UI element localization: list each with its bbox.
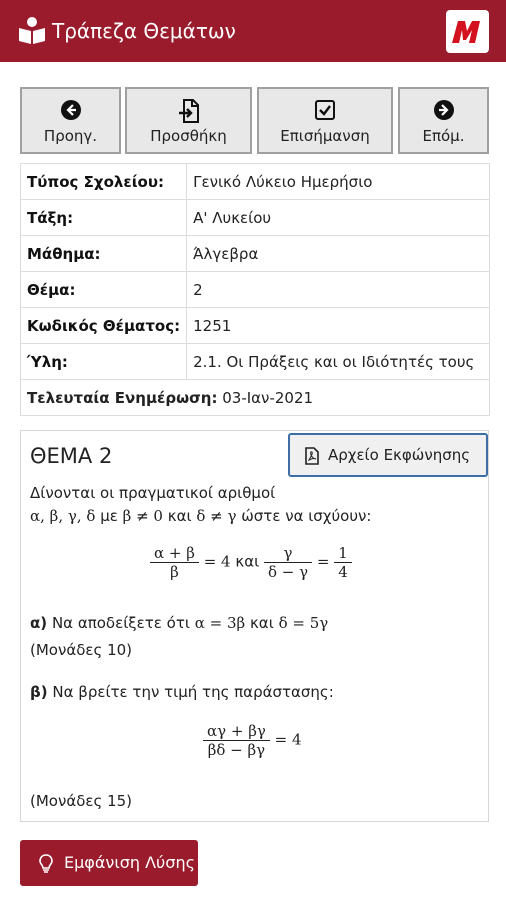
fraction: γδ − γ bbox=[263, 544, 313, 581]
next-button[interactable]: Επόμ. bbox=[398, 87, 489, 154]
mark-label: Επισήμανση bbox=[280, 127, 370, 145]
math-cond-1: β ≠ 0 bbox=[122, 507, 163, 525]
info-key: Ύλη: bbox=[19, 343, 188, 380]
info-key: Κωδικός Θέματος: bbox=[19, 307, 188, 344]
info-value: 03-Ιαν-2021 bbox=[222, 388, 314, 407]
info-key: Τελευταία Ενημέρωση: bbox=[27, 388, 218, 407]
denominator: βδ − βγ bbox=[203, 740, 270, 759]
math-vars: α, β, γ, δ bbox=[30, 507, 96, 525]
show-solution-label: Εμφάνιση Λύσης bbox=[64, 853, 195, 872]
problem-conditions: α, β, γ, δ με β ≠ 0 και δ ≠ γ ώστε να ισ… bbox=[30, 507, 371, 525]
info-row-school-type: Τύπος Σχολείου: Γενικό Λύκειο Ημερήσιο bbox=[19, 163, 490, 200]
book-reader-icon bbox=[19, 17, 45, 44]
math-a-1: α = 3β bbox=[194, 614, 246, 632]
problem-title: ΘΕΜΑ 2 bbox=[30, 444, 113, 468]
text-tail: ώστε να ισχύουν: bbox=[241, 507, 372, 525]
info-row-updated: Τελευταία Ενημέρωση: 03-Ιαν-2021 bbox=[20, 379, 490, 416]
info-value: 1251 bbox=[186, 307, 490, 344]
arrow-right-circle-icon bbox=[433, 100, 454, 120]
fraction: αγ + βγ βδ − βγ bbox=[203, 722, 270, 759]
part-a-text: Να αποδείξετε ότι bbox=[51, 614, 190, 632]
info-value: Γενικό Λύκειο Ημερήσιο bbox=[186, 163, 490, 200]
logo-mark-icon bbox=[452, 21, 480, 43]
text-kai: και bbox=[167, 507, 192, 525]
info-value: 2 bbox=[186, 271, 490, 308]
equals: = 4 bbox=[274, 730, 302, 749]
text-me: με bbox=[100, 507, 118, 525]
info-row-theme: Θέμα: 2 bbox=[19, 271, 490, 308]
numerator: α + β bbox=[154, 544, 195, 562]
part-a-points: (Μονάδες 10) bbox=[30, 641, 133, 659]
part-a: α) Να αποδείξετε ότι α = 3β και δ = 5γ bbox=[30, 614, 328, 632]
prev-button[interactable]: Προηγ. bbox=[20, 87, 121, 154]
info-updated-cell: Τελευταία Ενημέρωση: 03-Ιαν-2021 bbox=[20, 379, 490, 416]
math-a-2: δ = 5γ bbox=[278, 614, 329, 632]
equation-1: α + ββ = 4 και γδ − γ = 14 bbox=[150, 544, 352, 581]
question-info-table: Τύπος Σχολείου: Γενικό Λύκειο Ημερήσιο Τά… bbox=[19, 163, 490, 416]
denominator: 4 bbox=[334, 562, 352, 581]
next-label: Επόμ. bbox=[422, 127, 465, 145]
info-row-subject: Μάθημα: Άλγεβρα bbox=[19, 235, 490, 272]
info-row-code: Κωδικός Θέματος: 1251 bbox=[19, 307, 490, 344]
show-solution-button[interactable]: Εμφάνιση Λύσης bbox=[20, 840, 198, 886]
statement-file-button[interactable]: Αρχείο Εκφώνησης bbox=[288, 433, 488, 477]
equals: = bbox=[316, 552, 330, 571]
text-kai: και bbox=[235, 552, 260, 571]
info-value: Α' Λυκείου bbox=[186, 199, 490, 236]
math-cond-2: δ ≠ γ bbox=[196, 507, 237, 525]
part-b-label: β) bbox=[30, 683, 48, 701]
text-kai: και bbox=[249, 614, 274, 632]
part-a-label: α) bbox=[30, 614, 48, 632]
part-b-points: (Μονάδες 15) bbox=[30, 792, 133, 810]
info-key: Τύπος Σχολείου: bbox=[19, 163, 188, 200]
numerator: γ bbox=[283, 544, 293, 562]
equation-2: αγ + βγ βδ − βγ = 4 bbox=[203, 722, 302, 759]
info-key: Μάθημα: bbox=[19, 235, 188, 272]
file-import-icon bbox=[178, 99, 199, 123]
add-label: Προσθήκη bbox=[150, 127, 227, 145]
statement-file-label: Αρχείο Εκφώνησης bbox=[328, 446, 471, 464]
arrow-left-circle-icon bbox=[60, 100, 81, 120]
publisher-logo[interactable] bbox=[446, 10, 489, 53]
info-key: Θέμα: bbox=[19, 271, 188, 308]
equals: = 4 bbox=[203, 552, 231, 571]
numerator: 1 bbox=[338, 544, 348, 562]
fraction: α + ββ bbox=[150, 544, 199, 581]
fraction: 14 bbox=[334, 544, 352, 581]
info-value: Άλγεβρα bbox=[186, 235, 490, 272]
pdf-file-icon bbox=[305, 447, 319, 465]
denominator: δ − γ bbox=[263, 562, 313, 581]
info-row-class: Τάξη: Α' Λυκείου bbox=[19, 199, 490, 236]
prev-label: Προηγ. bbox=[43, 127, 98, 145]
part-b: β) Να βρείτε την τιμή της παράστασης: bbox=[30, 683, 334, 701]
info-row-topic: Ύλη: 2.1. Οι Πράξεις και οι Ιδιότητές του… bbox=[19, 343, 490, 380]
app-bar: Τράπεζα Θεμάτων bbox=[0, 0, 506, 62]
mark-button[interactable]: Επισήμανση bbox=[257, 87, 393, 154]
app-title: Τράπεζα Θεμάτων bbox=[52, 19, 236, 43]
part-b-text: Να βρείτε την τιμή της παράστασης: bbox=[52, 683, 334, 701]
numerator: αγ + βγ bbox=[207, 722, 266, 740]
checkbox-icon bbox=[315, 100, 335, 120]
info-value: 2.1. Οι Πράξεις και οι Ιδιότητές τους bbox=[186, 343, 490, 380]
add-button[interactable]: Προσθήκη bbox=[125, 87, 252, 154]
problem-intro: Δίνονται οι πραγματικοί αριθμοί bbox=[30, 484, 276, 502]
info-key: Τάξη: bbox=[19, 199, 188, 236]
denominator: β bbox=[150, 562, 199, 581]
lightbulb-icon bbox=[39, 854, 53, 873]
